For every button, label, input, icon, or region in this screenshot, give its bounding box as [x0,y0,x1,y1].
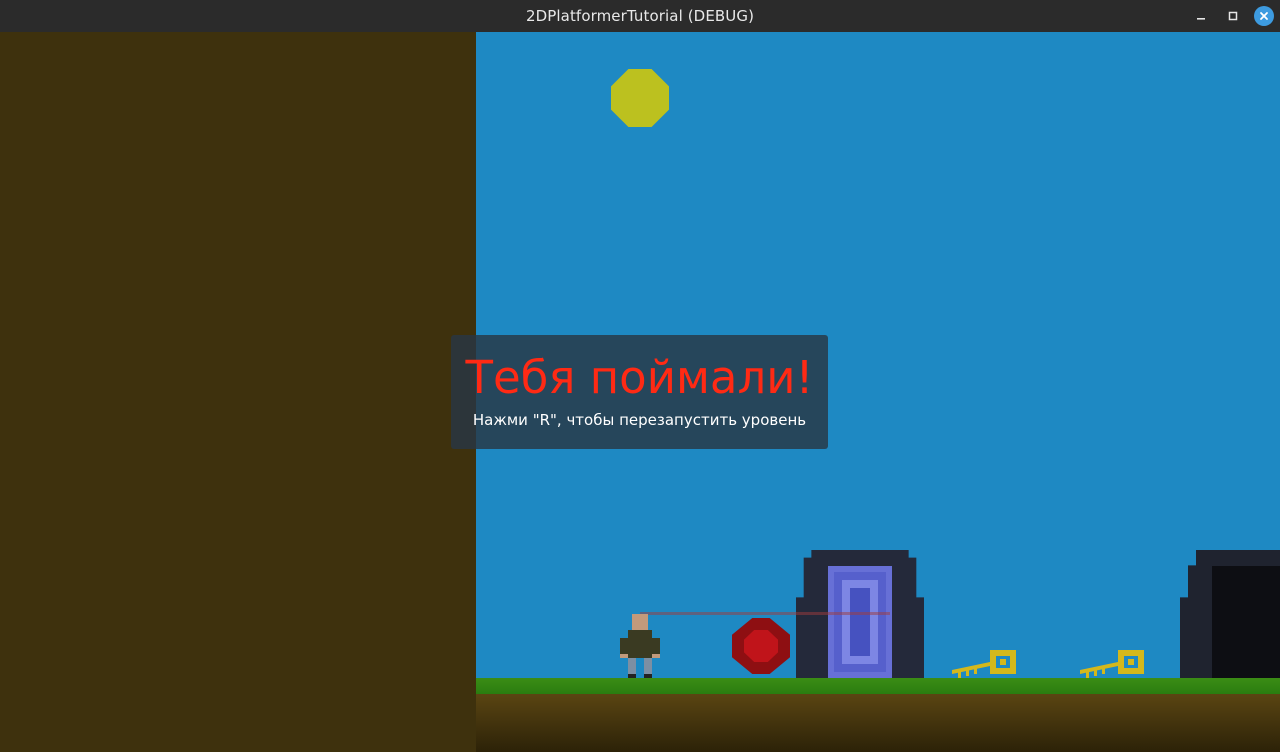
game-viewport[interactable]: Тебя поймали! Нажми "R", чтобы перезапус… [0,32,1280,752]
key-icon [1080,650,1144,678]
player-hand-right [652,654,660,658]
player-body [628,630,652,658]
restart-hint: Нажми "R", чтобы перезапустить уровень [472,411,807,429]
player-leg-right [644,658,652,674]
key-icon [952,650,1016,678]
player-head [632,614,648,630]
enemy-sight-line [640,612,890,615]
exit-door [1212,566,1280,678]
game-over-overlay: Тебя поймали! Нажми "R", чтобы перезапус… [451,335,828,449]
dirt-wall [0,32,476,752]
maximize-icon[interactable] [1222,5,1244,27]
game-over-title: Тебя поймали! [465,351,814,404]
game-window: 2DPlatformerTutorial (DEBUG) Тебя поймал… [0,0,1280,752]
sun-sprite [611,69,669,127]
player-hand-left [620,654,628,658]
player-character [620,614,660,678]
title-bar: 2DPlatformerTutorial (DEBUG) [0,0,1280,32]
minimize-icon[interactable] [1190,5,1212,27]
dirt-ground [476,694,1280,752]
window-title: 2DPlatformerTutorial (DEBUG) [525,7,755,25]
portal [828,566,892,678]
player-leg-left [628,658,636,674]
player-shoe-right [644,674,652,678]
close-icon[interactable] [1254,6,1274,26]
player-arm-right [652,638,660,654]
window-controls [1190,0,1274,32]
player-shoe-left [628,674,636,678]
player-arm-left [620,638,628,654]
grass-ground [476,678,1280,694]
